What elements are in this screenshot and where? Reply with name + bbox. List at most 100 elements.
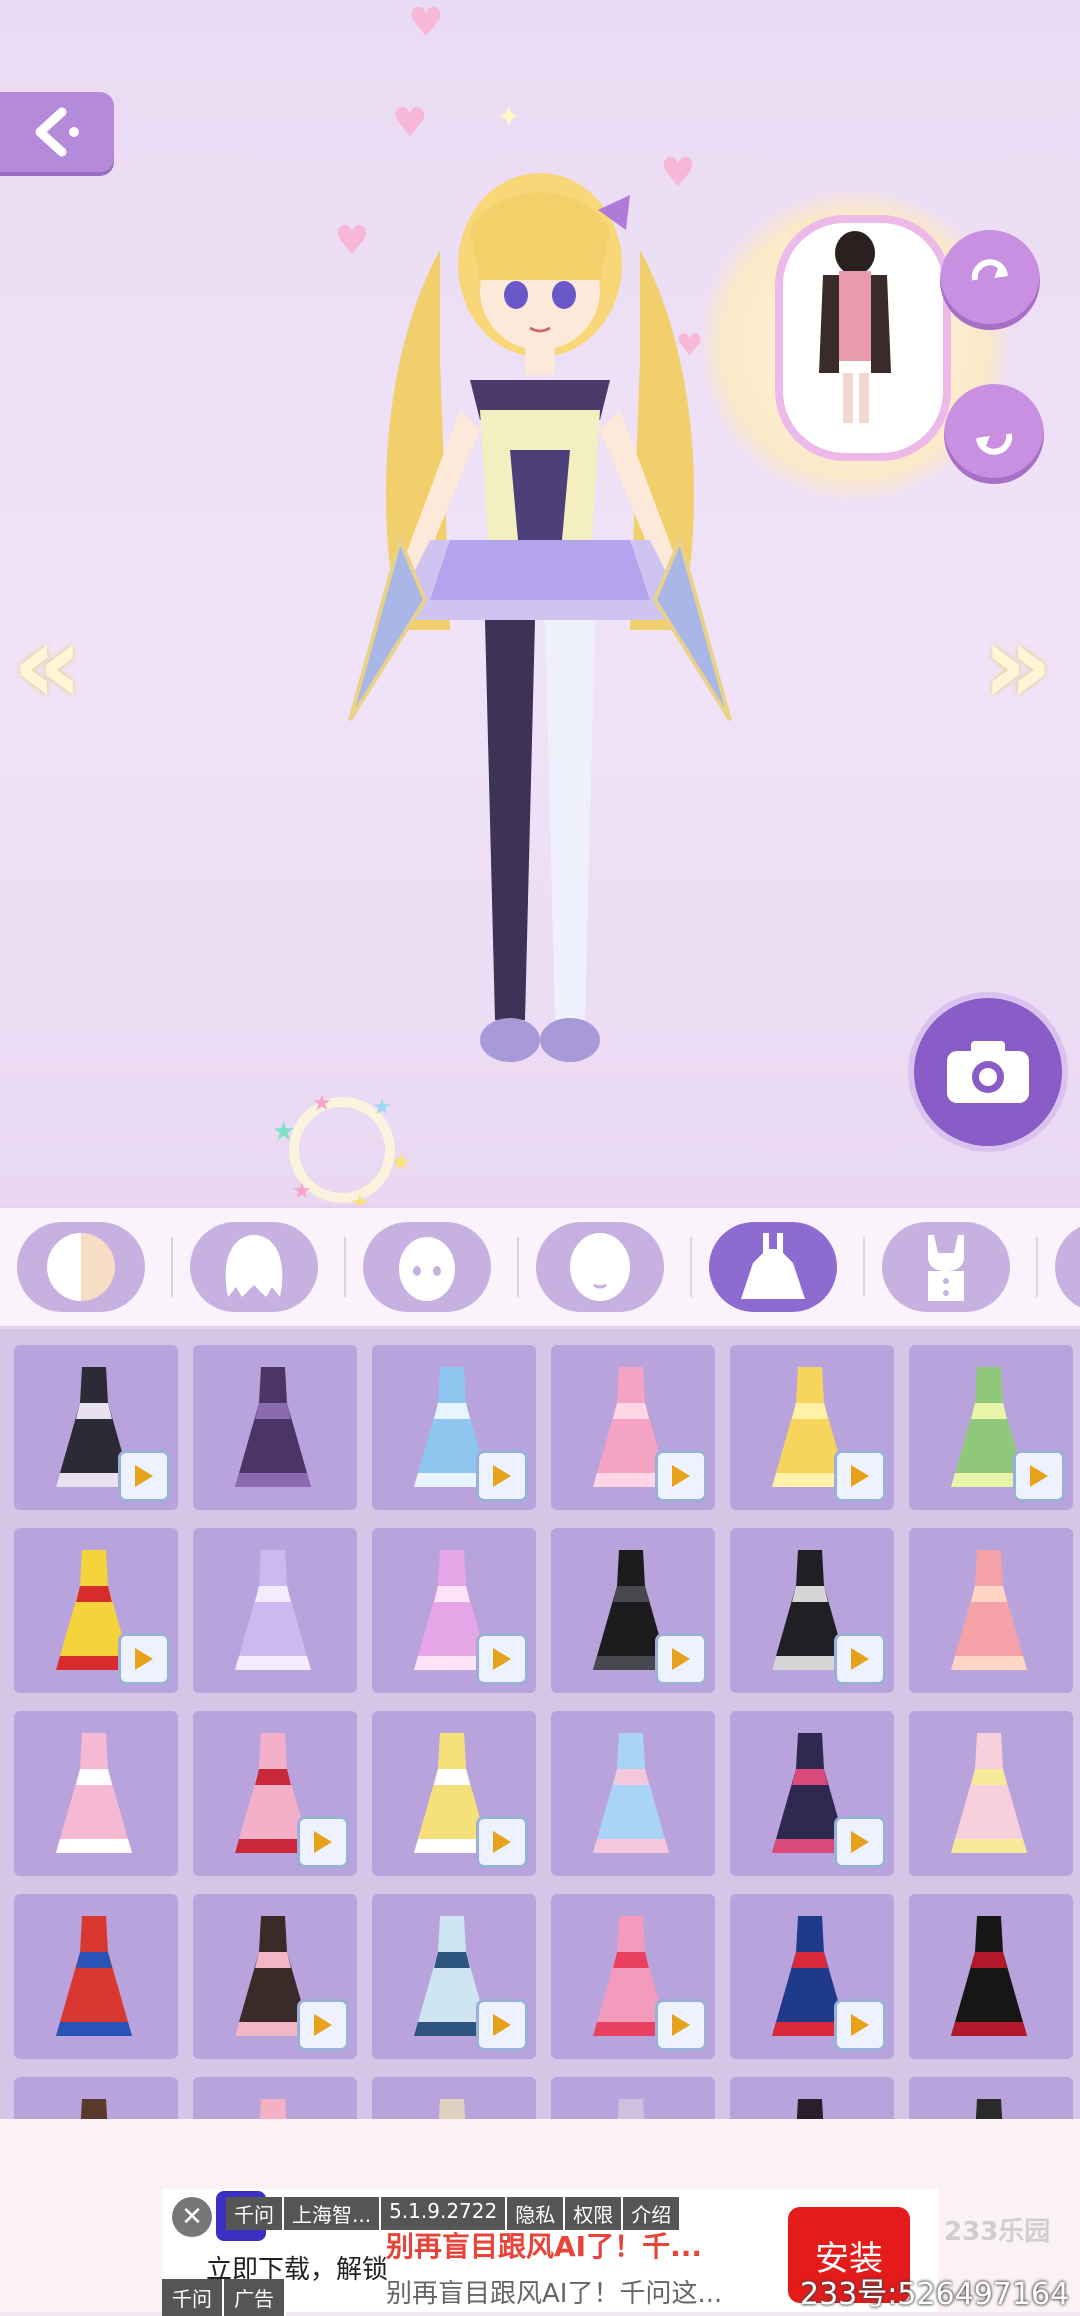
play-icon bbox=[851, 1831, 869, 1853]
outfit-item[interactable] bbox=[551, 1345, 715, 1510]
dress-thumbnail-icon bbox=[617, 2099, 645, 2119]
tab-more[interactable] bbox=[1055, 1222, 1080, 1312]
outfit-item[interactable] bbox=[14, 1711, 178, 1876]
ad-title: 别再盲目跟风AI了！千... bbox=[386, 2230, 702, 2263]
outfit-item[interactable] bbox=[193, 1528, 357, 1693]
tab-divider bbox=[171, 1237, 173, 1297]
outfit-item[interactable] bbox=[372, 1528, 536, 1693]
ad-subtitle: 别再盲目跟风AI了！千问这... bbox=[386, 2279, 723, 2309]
outfit-item[interactable] bbox=[551, 1711, 715, 1876]
outfit-item[interactable] bbox=[372, 2077, 536, 2119]
outfit-item[interactable] bbox=[14, 2077, 178, 2119]
video-unlock-icon[interactable] bbox=[297, 1816, 349, 1868]
svg-text:★: ★ bbox=[272, 1117, 295, 1147]
outfit-item[interactable] bbox=[14, 1345, 178, 1510]
outfit-item[interactable] bbox=[193, 1894, 357, 2059]
swap-button[interactable] bbox=[944, 384, 1044, 484]
outfit-item[interactable] bbox=[909, 1528, 1073, 1693]
outfit-item[interactable] bbox=[14, 1528, 178, 1693]
outfit-item[interactable] bbox=[730, 1528, 894, 1693]
outfit-item[interactable] bbox=[730, 1894, 894, 2059]
video-unlock-icon[interactable] bbox=[118, 1450, 170, 1502]
sparkle-icon: ✦ bbox=[496, 100, 522, 135]
play-icon bbox=[851, 1648, 869, 1670]
outfit-item[interactable] bbox=[909, 1711, 1073, 1876]
outfit-item[interactable] bbox=[730, 2077, 894, 2119]
outfit-item[interactable] bbox=[551, 1528, 715, 1693]
play-icon bbox=[851, 2014, 869, 2036]
tab-top[interactable] bbox=[882, 1222, 1010, 1312]
dress-thumbnail-icon bbox=[438, 2099, 466, 2119]
previous-arrow-icon[interactable]: « bbox=[12, 600, 83, 728]
play-icon bbox=[672, 1465, 690, 1487]
video-unlock-icon[interactable] bbox=[297, 1999, 349, 2051]
back-button[interactable] bbox=[0, 92, 114, 172]
outfit-item[interactable] bbox=[551, 2077, 715, 2119]
video-unlock-icon[interactable] bbox=[476, 1999, 528, 2051]
video-unlock-icon[interactable] bbox=[118, 1633, 170, 1685]
video-unlock-icon[interactable] bbox=[476, 1816, 528, 1868]
outfit-item[interactable] bbox=[372, 1711, 536, 1876]
tab-divider bbox=[1036, 1237, 1038, 1297]
tab-skin[interactable] bbox=[17, 1222, 145, 1312]
play-icon bbox=[493, 1831, 511, 1853]
video-unlock-icon[interactable] bbox=[476, 1450, 528, 1502]
rotate-icon bbox=[971, 259, 1008, 281]
video-unlock-icon[interactable] bbox=[834, 1450, 886, 1502]
outfit-item[interactable] bbox=[14, 1894, 178, 2059]
dress-thumbnail-icon bbox=[796, 2099, 824, 2119]
svg-text:★: ★ bbox=[390, 1148, 412, 1176]
dress-thumbnail-icon bbox=[56, 1916, 132, 2036]
video-unlock-icon[interactable] bbox=[655, 1633, 707, 1685]
dress-thumbnail-icon bbox=[56, 1733, 132, 1853]
ad-footer-app: 千问 bbox=[162, 2279, 224, 2316]
skin-tone-icon bbox=[47, 1233, 115, 1301]
video-unlock-icon[interactable] bbox=[834, 1633, 886, 1685]
top-icon bbox=[928, 1235, 964, 1301]
outfit-item[interactable] bbox=[372, 1894, 536, 2059]
tab-head[interactable] bbox=[536, 1222, 664, 1312]
dress-thumbnail-icon bbox=[259, 2099, 287, 2119]
outfit-item[interactable] bbox=[909, 1345, 1073, 1510]
video-unlock-icon[interactable] bbox=[834, 1999, 886, 2051]
video-unlock-icon[interactable] bbox=[476, 1633, 528, 1685]
preview-character-icon bbox=[819, 231, 891, 423]
camera-icon bbox=[947, 1041, 1029, 1103]
outfit-preview-thumbnail[interactable] bbox=[775, 215, 951, 461]
dress-thumbnail-icon bbox=[951, 1733, 1027, 1853]
ad-close-icon[interactable]: ✕ bbox=[172, 2197, 212, 2237]
outfit-item[interactable] bbox=[909, 1894, 1073, 2059]
outfit-item[interactable] bbox=[730, 1345, 894, 1510]
play-icon bbox=[851, 1465, 869, 1487]
tab-divider bbox=[863, 1237, 865, 1297]
category-tabs bbox=[0, 1205, 1080, 1329]
rotate-button[interactable] bbox=[940, 230, 1040, 330]
tab-divider bbox=[344, 1237, 346, 1297]
outfit-item[interactable] bbox=[193, 1711, 357, 1876]
outfit-item[interactable] bbox=[730, 1711, 894, 1876]
outfit-item[interactable] bbox=[909, 2077, 1073, 2119]
heart-decoration-icon: ♥ bbox=[392, 100, 428, 146]
tab-hair[interactable] bbox=[190, 1222, 318, 1312]
play-icon bbox=[1030, 1465, 1048, 1487]
play-icon bbox=[314, 1831, 332, 1853]
outfit-item[interactable] bbox=[551, 1894, 715, 2059]
play-icon bbox=[493, 2014, 511, 2036]
outfit-item[interactable] bbox=[193, 1345, 357, 1510]
play-icon bbox=[493, 1465, 511, 1487]
video-unlock-icon[interactable] bbox=[655, 1450, 707, 1502]
outfit-item[interactable] bbox=[372, 1345, 536, 1510]
camera-button[interactable] bbox=[908, 992, 1068, 1152]
svg-text:★: ★ bbox=[312, 1091, 332, 1116]
video-unlock-icon[interactable] bbox=[834, 1816, 886, 1868]
face-icon bbox=[399, 1237, 455, 1301]
tab-dress[interactable] bbox=[709, 1222, 837, 1312]
outfit-item[interactable] bbox=[193, 2077, 357, 2119]
dress-thumbnail-icon bbox=[235, 1550, 311, 1670]
next-arrow-icon[interactable]: » bbox=[982, 600, 1053, 728]
tab-divider bbox=[690, 1237, 692, 1297]
tab-face[interactable] bbox=[363, 1222, 491, 1312]
play-icon bbox=[135, 1648, 153, 1670]
video-unlock-icon[interactable] bbox=[1013, 1450, 1065, 1502]
video-unlock-icon[interactable] bbox=[655, 1999, 707, 2051]
